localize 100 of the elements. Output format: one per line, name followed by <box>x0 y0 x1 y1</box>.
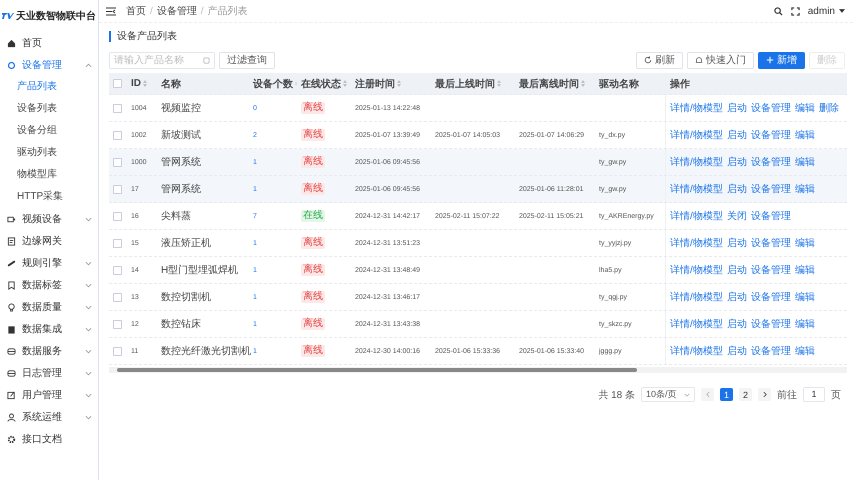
action-link[interactable]: 设备管理 <box>750 209 791 223</box>
action-link[interactable]: 编辑 <box>794 155 815 169</box>
submenu-item[interactable]: 设备列表 <box>0 98 98 120</box>
goto-page-field[interactable]: 1 <box>803 387 825 402</box>
fullscreen-icon[interactable] <box>790 6 800 16</box>
action-link[interactable]: 编辑 <box>794 101 815 115</box>
horizontal-scrollbar[interactable] <box>109 367 847 373</box>
search-icon[interactable] <box>774 6 783 16</box>
action-link[interactable]: 设备管理 <box>750 290 791 304</box>
action-link[interactable]: 详情/物模型 <box>670 344 723 358</box>
next-page-button[interactable] <box>758 388 771 401</box>
toolbar-button[interactable]: 快速入门 <box>687 52 754 68</box>
toolbar-button[interactable]: 刷新 <box>636 52 683 68</box>
action-link[interactable]: 关闭 <box>726 209 747 223</box>
sidebar-item[interactable]: 数据服务 <box>0 340 98 362</box>
select-all-checkbox[interactable] <box>113 79 122 88</box>
action-link[interactable]: 编辑 <box>794 317 815 331</box>
column-header[interactable]: ID <box>127 78 157 89</box>
action-link[interactable]: 详情/物模型 <box>670 155 723 169</box>
sort-icon[interactable] <box>397 80 401 87</box>
page-size-select[interactable]: 10条/页 <box>641 387 695 402</box>
action-link[interactable]: 详情/物模型 <box>670 128 723 142</box>
row-checkbox[interactable] <box>113 104 122 112</box>
filter-button[interactable]: 过滤查询 <box>219 52 275 68</box>
row-checkbox[interactable] <box>113 158 122 166</box>
action-link[interactable]: 详情/物模型 <box>670 182 723 196</box>
sidebar-item[interactable]: 边缘网关 <box>0 230 98 252</box>
sidebar-item[interactable]: 首页 <box>0 32 98 54</box>
row-checkbox[interactable] <box>113 130 122 140</box>
action-link[interactable]: 详情/物模型 <box>670 263 723 277</box>
action-link[interactable]: 详情/物模型 <box>670 236 723 250</box>
row-checkbox[interactable] <box>113 212 122 220</box>
action-link[interactable]: 设备管理 <box>750 155 791 169</box>
row-checkbox[interactable] <box>113 238 122 248</box>
action-link[interactable]: 启动 <box>726 263 747 277</box>
sidebar-item[interactable]: 数据集成 <box>0 318 98 340</box>
action-link[interactable]: 设备管理 <box>750 263 791 277</box>
action-link[interactable]: 设备管理 <box>750 236 791 250</box>
sidebar-item[interactable]: 设备管理 <box>0 54 98 76</box>
action-link[interactable]: 启动 <box>726 344 747 358</box>
breadcrumb-link[interactable]: 首页 <box>126 4 146 18</box>
action-link[interactable]: 编辑 <box>794 290 815 304</box>
row-checkbox[interactable] <box>113 320 122 328</box>
action-link[interactable]: 设备管理 <box>750 317 791 331</box>
caret-icon[interactable] <box>839 9 845 13</box>
page-button[interactable]: 1 <box>720 388 733 401</box>
breadcrumb-link[interactable]: 设备管理 <box>156 4 197 18</box>
breadcrumb-current: 产品列表 <box>208 4 248 18</box>
submenu-item[interactable]: HTTP采集 <box>0 186 98 208</box>
submenu-item[interactable]: 设备分组 <box>0 120 98 142</box>
action-link[interactable]: 详情/物模型 <box>670 209 723 223</box>
action-link[interactable]: 编辑 <box>794 128 815 142</box>
action-link[interactable]: 启动 <box>726 317 747 331</box>
column-header[interactable]: 设备个数 <box>249 76 297 90</box>
action-link[interactable]: 编辑 <box>794 182 815 196</box>
row-checkbox[interactable] <box>113 346 122 356</box>
sidebar-item[interactable]: 规则引擎 <box>0 252 98 274</box>
column-header[interactable]: 最后离线时间 <box>515 76 595 90</box>
action-link[interactable]: 设备管理 <box>750 128 791 142</box>
submenu-item[interactable]: 物模型库 <box>0 164 98 186</box>
action-link[interactable]: 编辑 <box>794 344 815 358</box>
row-checkbox[interactable] <box>113 266 122 274</box>
sort-icon[interactable] <box>143 80 147 87</box>
sidebar-item[interactable]: 接口文档 <box>0 428 98 450</box>
menu-icon[interactable] <box>106 6 116 16</box>
submenu-item[interactable]: 产品列表 <box>0 76 98 98</box>
action-link[interactable]: 设备管理 <box>750 101 791 115</box>
sidebar-item[interactable]: 用户管理 <box>0 384 98 406</box>
row-checkbox[interactable] <box>113 184 122 194</box>
action-link[interactable]: 设备管理 <box>750 344 791 358</box>
action-link[interactable]: 启动 <box>726 101 747 115</box>
sort-icon[interactable] <box>343 80 347 87</box>
previous-page-button[interactable] <box>701 388 714 401</box>
sidebar-item[interactable]: 系统运维 <box>0 406 98 428</box>
row-checkbox[interactable] <box>113 292 122 302</box>
action-link[interactable]: 设备管理 <box>750 182 791 196</box>
action-link[interactable]: 详情/物模型 <box>670 101 723 115</box>
column-header[interactable]: 注册时间 <box>351 76 431 90</box>
action-link[interactable]: 详情/物模型 <box>670 317 723 331</box>
action-link[interactable]: 编辑 <box>794 236 815 250</box>
action-link[interactable]: 启动 <box>726 290 747 304</box>
sidebar-item[interactable]: 数据质量 <box>0 296 98 318</box>
action-link[interactable]: 启动 <box>726 155 747 169</box>
action-link[interactable]: 删除 <box>818 101 839 115</box>
sidebar-item[interactable]: 日志管理 <box>0 362 98 384</box>
action-link[interactable]: 详情/物模型 <box>670 290 723 304</box>
page-button[interactable]: 2 <box>739 388 752 401</box>
user-name[interactable]: admin <box>808 6 835 16</box>
sort-icon[interactable] <box>497 80 501 87</box>
column-header[interactable]: 最后上线时间 <box>431 76 515 90</box>
action-link[interactable]: 启动 <box>726 128 747 142</box>
submenu-item[interactable]: 驱动列表 <box>0 142 98 164</box>
action-link[interactable]: 启动 <box>726 182 747 196</box>
sort-icon[interactable] <box>581 80 585 87</box>
toolbar-button[interactable]: 新增 <box>758 52 805 68</box>
sidebar-item[interactable]: 数据标签 <box>0 274 98 296</box>
sidebar-item[interactable]: 视频设备 <box>0 208 98 230</box>
action-link[interactable]: 启动 <box>726 236 747 250</box>
column-header[interactable]: 在线状态 <box>297 76 351 90</box>
action-link[interactable]: 编辑 <box>794 263 815 277</box>
